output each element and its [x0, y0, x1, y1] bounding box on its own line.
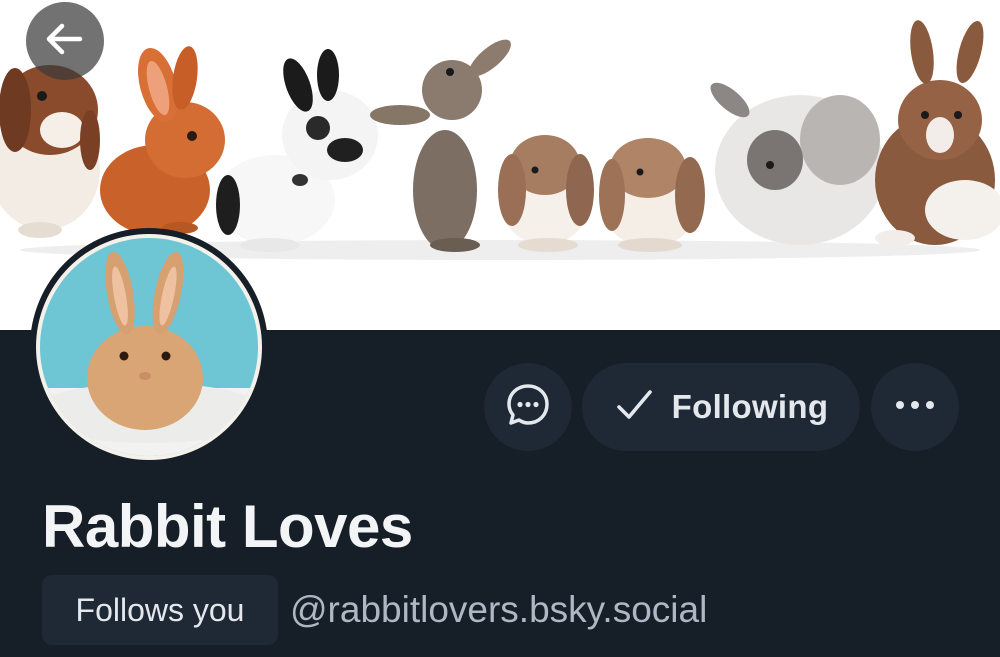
more-options-button[interactable]: [871, 363, 959, 451]
avatar-ring: [36, 234, 262, 460]
rabbit-4: [370, 39, 511, 252]
display-name: Rabbit Loves: [42, 493, 413, 560]
rabbit-5: [498, 135, 594, 252]
rabbit-7: [710, 82, 885, 245]
checkmark-icon: [614, 385, 654, 430]
rabbit-1: [0, 65, 100, 238]
arrow-left-icon: [40, 14, 90, 69]
rabbit-2: [100, 46, 225, 235]
rabbit-3: [215, 49, 378, 252]
following-button[interactable]: Following: [582, 363, 860, 451]
profile-handle: @rabbitlovers.bsky.social: [290, 589, 708, 630]
avatar[interactable]: [30, 228, 268, 466]
message-button[interactable]: [484, 363, 572, 451]
follows-you-badge: Follows you: [42, 575, 278, 645]
ellipsis-icon: [893, 398, 937, 417]
following-label: Following: [671, 388, 829, 425]
chat-bubble-icon: [504, 381, 552, 434]
rabbit-8: [875, 20, 1000, 246]
back-button[interactable]: [26, 2, 104, 80]
avatar-image: [40, 238, 258, 456]
rabbit-6: [599, 138, 705, 252]
